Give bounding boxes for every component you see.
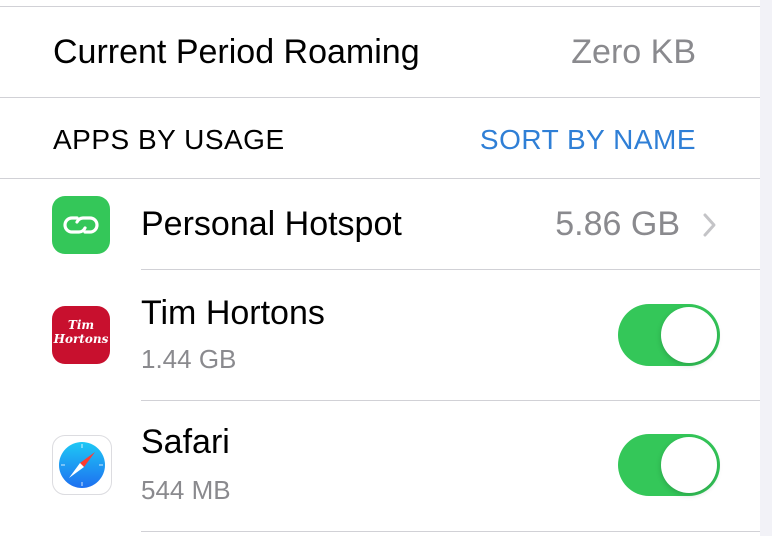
safari-cellular-toggle[interactable]	[618, 434, 720, 496]
roaming-value: Zero KB	[571, 33, 696, 71]
app-name: Safari	[141, 423, 230, 461]
chevron-right-icon	[702, 212, 718, 243]
background-strip	[760, 0, 772, 536]
app-row-personal-hotspot[interactable]: Personal Hotspot 5.86 GB	[0, 179, 760, 269]
tim-hortons-icon: Tim Hortons	[52, 306, 110, 364]
safari-icon	[52, 435, 112, 495]
roaming-label: Current Period Roaming	[53, 33, 420, 71]
app-name: Personal Hotspot	[141, 205, 402, 243]
app-usage: 544 MB	[141, 475, 231, 505]
app-row-tim-hortons: Tim Hortons Tim Hortons 1.44 GB	[0, 270, 760, 400]
divider	[141, 531, 760, 532]
app-usage: 1.44 GB	[141, 344, 237, 374]
tim-hortons-icon-text-1: Tim	[67, 318, 95, 332]
toggle-knob	[661, 307, 717, 363]
section-header: APPS BY USAGE SORT BY NAME	[0, 98, 760, 178]
roaming-row: Current Period Roaming Zero KB	[0, 7, 760, 97]
sort-by-name-button[interactable]: SORT BY NAME	[480, 124, 696, 156]
app-row-safari: Safari 544 MB	[0, 401, 760, 531]
tim-hortons-icon-text-2: Hortons	[53, 332, 109, 346]
app-usage: 5.86 GB	[555, 205, 680, 243]
app-name: Tim Hortons	[141, 294, 325, 332]
tim-hortons-cellular-toggle[interactable]	[618, 304, 720, 366]
hotspot-icon	[52, 196, 110, 254]
section-title: APPS BY USAGE	[53, 124, 285, 155]
toggle-knob	[661, 437, 717, 493]
